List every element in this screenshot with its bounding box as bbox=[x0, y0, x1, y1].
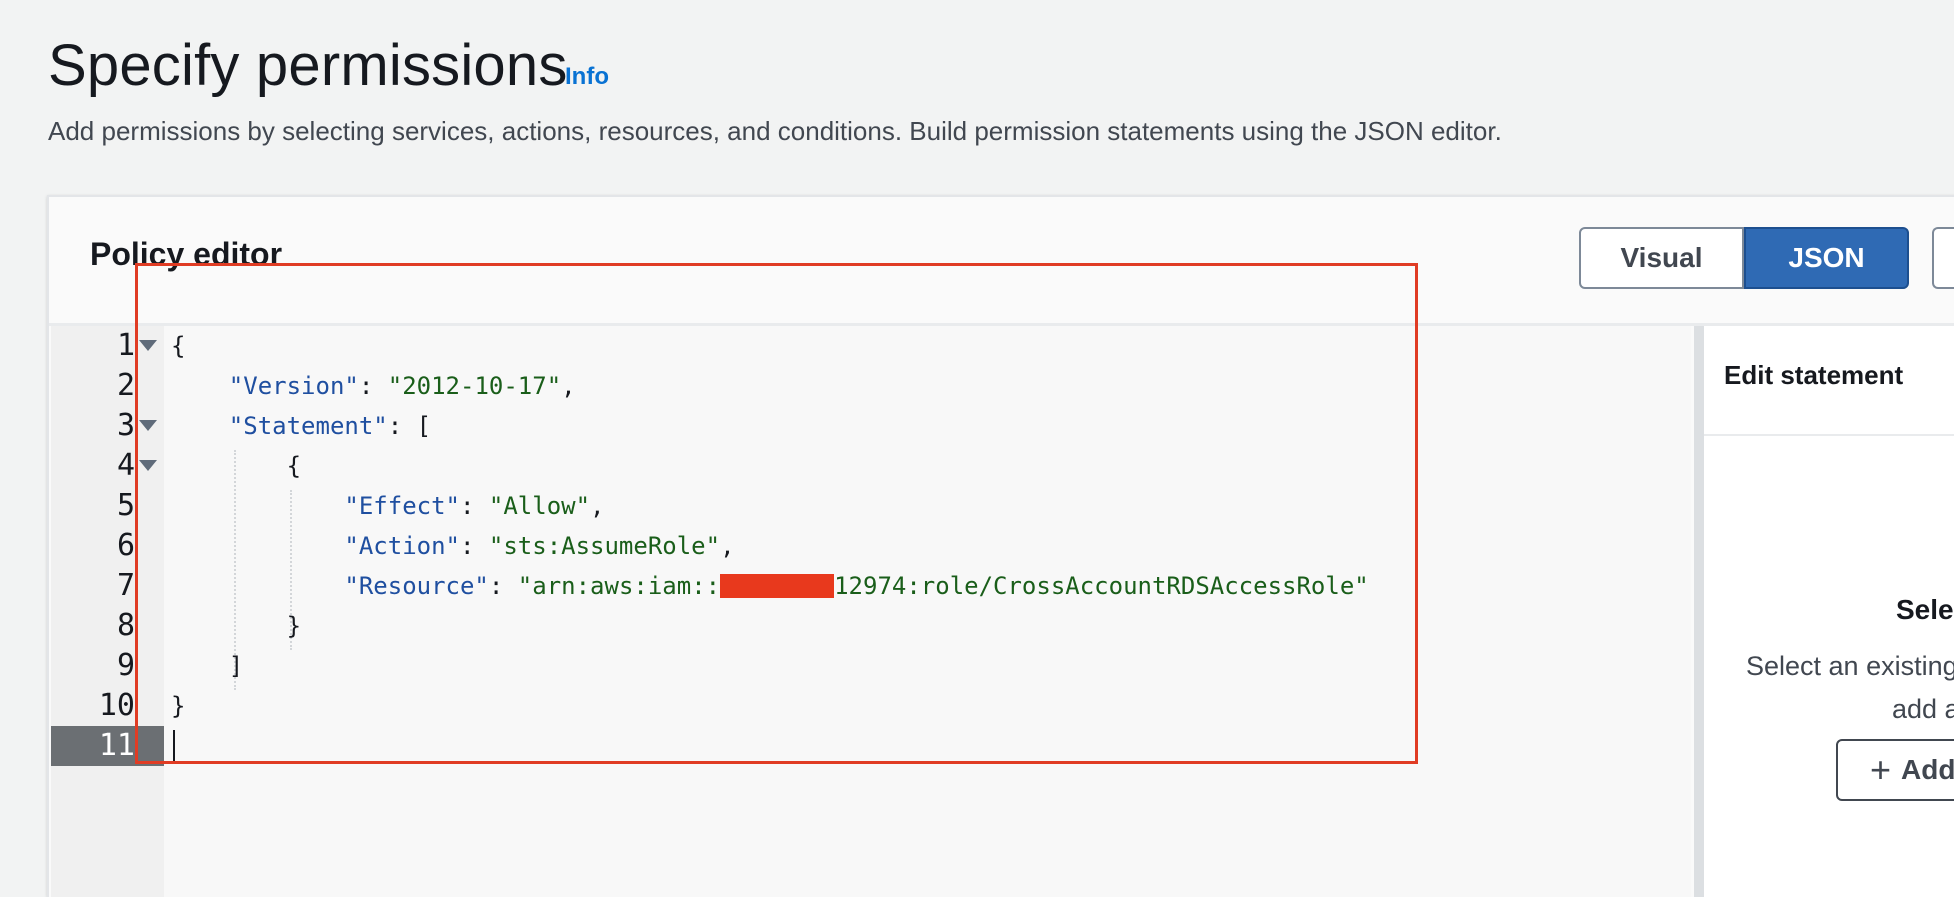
edit-statement-panel: Edit statement Selec Select an existing … bbox=[1694, 326, 1954, 897]
line-number: 10 bbox=[98, 688, 135, 723]
line-number: 3 bbox=[116, 408, 135, 443]
page-description: Add permissions by selecting services, a… bbox=[48, 116, 1502, 146]
code-line[interactable]: 8 } bbox=[51, 606, 1691, 646]
redaction-block bbox=[720, 574, 835, 598]
line-number: 7 bbox=[116, 568, 135, 603]
code-line[interactable]: 4 { bbox=[51, 446, 1691, 486]
line-number: 4 bbox=[116, 448, 135, 483]
add-statement-button[interactable]: + Add bbox=[1836, 739, 1954, 801]
code-text: ] bbox=[228, 652, 244, 680]
code-text: } bbox=[286, 612, 302, 640]
code-line[interactable]: 3 "Statement": [ bbox=[51, 406, 1691, 446]
json-mode-button[interactable]: JSON bbox=[1744, 227, 1909, 289]
code-line[interactable]: 2 "Version": "2012-10-17", bbox=[51, 366, 1691, 406]
line-number: 5 bbox=[116, 488, 135, 523]
fold-arrow-icon[interactable] bbox=[139, 460, 157, 471]
json-code-editor[interactable]: 1 { 2 "Version": "2012-10-17", 3 "Statem… bbox=[51, 326, 1691, 897]
policy-editor-title: Policy editor bbox=[90, 236, 283, 272]
code-text: "Version": "2012-10-17", bbox=[228, 372, 576, 400]
select-statement-heading: Selec bbox=[1896, 594, 1954, 625]
actions-button[interactable] bbox=[1932, 227, 1954, 289]
code-text: "Action": "sts:AssumeRole", bbox=[344, 532, 735, 560]
edit-statement-header: Edit statement bbox=[1704, 326, 1954, 436]
line-number: 11 bbox=[98, 728, 135, 763]
code-line[interactable]: 7 "Resource": "arn:aws:iam:: 12974:role/C… bbox=[51, 566, 1691, 606]
code-line[interactable]: 1 { bbox=[51, 326, 1691, 366]
fold-arrow-icon[interactable] bbox=[139, 340, 157, 351]
plus-icon: + bbox=[1870, 749, 1892, 790]
code-text: "Effect": "Allow", bbox=[344, 492, 605, 520]
select-statement-text: Select an existing bbox=[1746, 651, 1954, 681]
line-number: 6 bbox=[116, 528, 135, 563]
code-line[interactable]: 10 } bbox=[51, 686, 1691, 726]
editor-mode-toggle: Visual JSON bbox=[1579, 227, 1909, 289]
line-number: 2 bbox=[116, 368, 135, 403]
add-statement-label: Add bbox=[1901, 754, 1954, 785]
info-link[interactable]: Info bbox=[565, 63, 609, 91]
code-line[interactable]: 5 "Effect": "Allow", bbox=[51, 486, 1691, 526]
text-cursor bbox=[173, 730, 175, 764]
code-text: "Statement": [ bbox=[228, 412, 432, 440]
code-line[interactable]: 9 ] bbox=[51, 646, 1691, 686]
line-number: 9 bbox=[116, 648, 135, 683]
page-title: Specify permissions bbox=[48, 33, 568, 98]
line-number: 1 bbox=[116, 328, 135, 363]
visual-mode-button[interactable]: Visual bbox=[1579, 227, 1744, 289]
code-text: { bbox=[286, 452, 302, 480]
fold-arrow-icon[interactable] bbox=[139, 420, 157, 431]
code-line[interactable]: 6 "Action": "sts:AssumeRole", bbox=[51, 526, 1691, 566]
code-line-active[interactable]: 11 bbox=[51, 726, 1691, 766]
line-number: 8 bbox=[116, 608, 135, 643]
code-text: } bbox=[171, 692, 186, 720]
policy-editor-panel: Policy editor Visual JSON 1 { 2 "Version… bbox=[47, 195, 1954, 897]
code-text: { bbox=[171, 332, 186, 360]
code-text: "Resource": "arn:aws:iam:: 12974:role/Cro… bbox=[344, 572, 1369, 600]
edit-statement-title: Edit statement bbox=[1724, 360, 1904, 390]
select-statement-text: add a bbox=[1892, 694, 1954, 724]
